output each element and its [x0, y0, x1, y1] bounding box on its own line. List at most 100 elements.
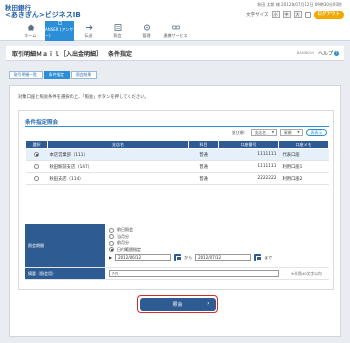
- transmit-icon: [85, 25, 93, 30]
- font-size-label: 文字サイズ: [246, 12, 269, 18]
- login-info: 秋田 太郎 様 2012年07月12日 09時30分00秒: [257, 2, 342, 7]
- memo-row: 摘要（照会用） ｱｲｳ ※半角40文字以内: [25, 268, 329, 280]
- global-nav: ホーム ANSER (アンサー) 伝送 照会 管理 連携サービス: [0, 21, 350, 41]
- number-cell: 2222222: [218, 172, 279, 185]
- nav-manage[interactable]: 管理: [132, 21, 161, 41]
- period-option-label: 前日照会: [117, 227, 133, 233]
- step-list: 取引明細一覧: [9, 71, 43, 79]
- header: 秋田銀行 <あきぎん>ビジネスIB 秋田 太郎 様 2012年07月12日 09…: [0, 0, 350, 21]
- period-radio[interactable]: [109, 234, 114, 240]
- date-to-input[interactable]: 2012/07/12: [195, 254, 252, 261]
- table-header-row: 選択 支店名 科目 口座番号 口座メモ: [25, 140, 329, 149]
- nav-label: 管理: [142, 33, 151, 38]
- font-small-button[interactable]: 小: [271, 11, 280, 18]
- nav-label: 照会: [113, 33, 122, 38]
- condition-section: 条件指定照会 並び順： 支店名 昇順 再表示 選択 支店名 科目 口座番号 口座…: [18, 110, 334, 290]
- type-cell: 普通: [188, 160, 219, 173]
- table-row[interactable]: 秋田駅前支店（147） 普通 1111111 利用口座1: [25, 160, 329, 173]
- nav-link-service[interactable]: 連携サービス: [161, 21, 190, 41]
- sort-label: 並び順：: [231, 129, 248, 135]
- period-label: 照会期間: [25, 224, 105, 267]
- period-option-label: 前月分: [117, 240, 129, 246]
- step-indicator: 取引明細一覧 条件指定 照会結果: [9, 71, 98, 79]
- date-from-input[interactable]: 2012/06/12: [115, 254, 172, 261]
- branch-cell: 秋田駅前支店（147）: [47, 160, 189, 173]
- account-radio[interactable]: [34, 175, 39, 181]
- table-row[interactable]: 本店営業部（111） 普通 1111111 代表口座: [25, 148, 329, 161]
- nav-inquiry[interactable]: 照会: [103, 21, 132, 41]
- account-table: 選択 支店名 科目 口座番号 口座メモ 本店営業部（111） 普通 111111…: [25, 140, 329, 185]
- period-options: 前日照会 当月分 前月分 日付範囲指定 ▶ 2012/06/12 から 2012…: [105, 224, 329, 267]
- nav-label: 連携サービス: [163, 33, 188, 38]
- memo-input[interactable]: ｱｲｳ: [109, 270, 279, 277]
- settings-icon: [143, 24, 150, 31]
- font-medium-button[interactable]: 中: [282, 11, 291, 18]
- period-row: 照会期間 前日照会 当月分 前月分 日付範囲指定 ▶ 2012/06/12 から…: [25, 224, 329, 268]
- nav-home[interactable]: ホーム: [16, 21, 45, 41]
- chevron-right-icon: ›: [207, 299, 210, 307]
- resort-button[interactable]: 再表示: [305, 129, 327, 136]
- nav-transmit[interactable]: 伝送: [74, 21, 103, 41]
- branch-cell: 秋田支店（114）: [47, 172, 189, 185]
- memo-value-cell: ｱｲｳ ※半角40文字以内: [105, 268, 329, 279]
- indent-arrow: ▶: [109, 255, 113, 260]
- submit-label: 照会: [172, 301, 183, 308]
- step-result: 照会結果: [70, 71, 98, 79]
- header-controls: 文字サイズ 小 中 大 ログアウト: [246, 10, 344, 19]
- memo-label: 摘要（照会用）: [25, 268, 105, 279]
- page-title: 取引明細Ｍａｉｌ［入出金明細］: [12, 50, 103, 58]
- account-radio[interactable]: [34, 163, 39, 169]
- nav-anser[interactable]: ANSER (アンサー): [45, 21, 74, 41]
- number-cell: 1111111: [218, 160, 279, 173]
- calendar-icon[interactable]: [254, 254, 262, 261]
- inquiry-form: 照会期間 前日照会 当月分 前月分 日付範囲指定 ▶ 2012/06/12 から…: [25, 224, 329, 280]
- col-branch: 支店名: [47, 140, 189, 149]
- from-label: から: [184, 254, 193, 260]
- logout-button[interactable]: ログアウト: [313, 10, 344, 19]
- memo-hint: ※半角40文字以内: [291, 270, 322, 276]
- period-radio[interactable]: [109, 227, 114, 233]
- period-radio[interactable]: [109, 247, 114, 253]
- sort-key-select[interactable]: 支店名: [250, 129, 278, 136]
- date-range: ▶ 2012/06/12 から 2012/07/12 まで: [109, 254, 325, 261]
- period-option[interactable]: 日付範囲指定: [109, 247, 325, 254]
- step-condition: 条件指定: [43, 71, 70, 79]
- branch-cell: 本店営業部（111）: [47, 148, 189, 161]
- service-name: <あきぎん>ビジネスIB: [5, 11, 81, 19]
- help-link[interactable]: ヘルプ ?: [318, 50, 339, 57]
- nav-label: ANSER (アンサー): [45, 27, 74, 38]
- period-radio[interactable]: [109, 240, 114, 246]
- mail-icon[interactable]: [304, 11, 311, 18]
- section-divider: [25, 126, 329, 127]
- col-select: 選択: [25, 140, 48, 149]
- link-icon: [171, 25, 180, 30]
- inquiry-submit-button[interactable]: 照会 ›: [139, 297, 216, 311]
- calendar-icon[interactable]: [174, 254, 182, 261]
- col-type: 科目: [188, 140, 219, 149]
- help-label: ヘルプ: [317, 51, 333, 57]
- nav-label: 伝送: [84, 33, 93, 38]
- home-icon: [27, 24, 34, 31]
- screen-id: BAMN003: [296, 51, 314, 55]
- font-large-button[interactable]: 大: [293, 11, 302, 18]
- inquiry-icon: [114, 24, 121, 31]
- type-cell: 普通: [188, 172, 219, 185]
- type-cell: 普通: [188, 148, 219, 161]
- page-subtitle: 条件指定: [108, 50, 133, 58]
- sort-order-select[interactable]: 昇順: [280, 129, 303, 136]
- nav-label: ホーム: [24, 33, 37, 38]
- section-title: 条件指定照会: [25, 120, 59, 126]
- memo-cell: 利用口座1: [278, 160, 329, 173]
- period-option-label: 当月分: [117, 233, 129, 239]
- main-panel: 対象口座と照会条件を選択の上、「照会」ボタンを押してください。 条件指定照会 並…: [9, 85, 341, 337]
- memo-cell: 利用口座2: [278, 172, 329, 185]
- document-icon: [57, 21, 62, 25]
- page-titlebar: 取引明細Ｍａｉｌ［入出金明細］ 条件指定 BAMN003 ヘルプ ?: [6, 46, 344, 61]
- sort-controls: 並び順： 支店名 昇順 再表示: [232, 128, 327, 137]
- help-icon: ?: [334, 51, 339, 56]
- number-cell: 1111111: [218, 148, 279, 161]
- submit-highlight: 照会 ›: [137, 295, 218, 313]
- account-radio[interactable]: [34, 151, 39, 157]
- table-row[interactable]: 秋田支店（114） 普通 2222222 利用口座2: [25, 172, 329, 185]
- col-number: 口座番号: [218, 140, 279, 149]
